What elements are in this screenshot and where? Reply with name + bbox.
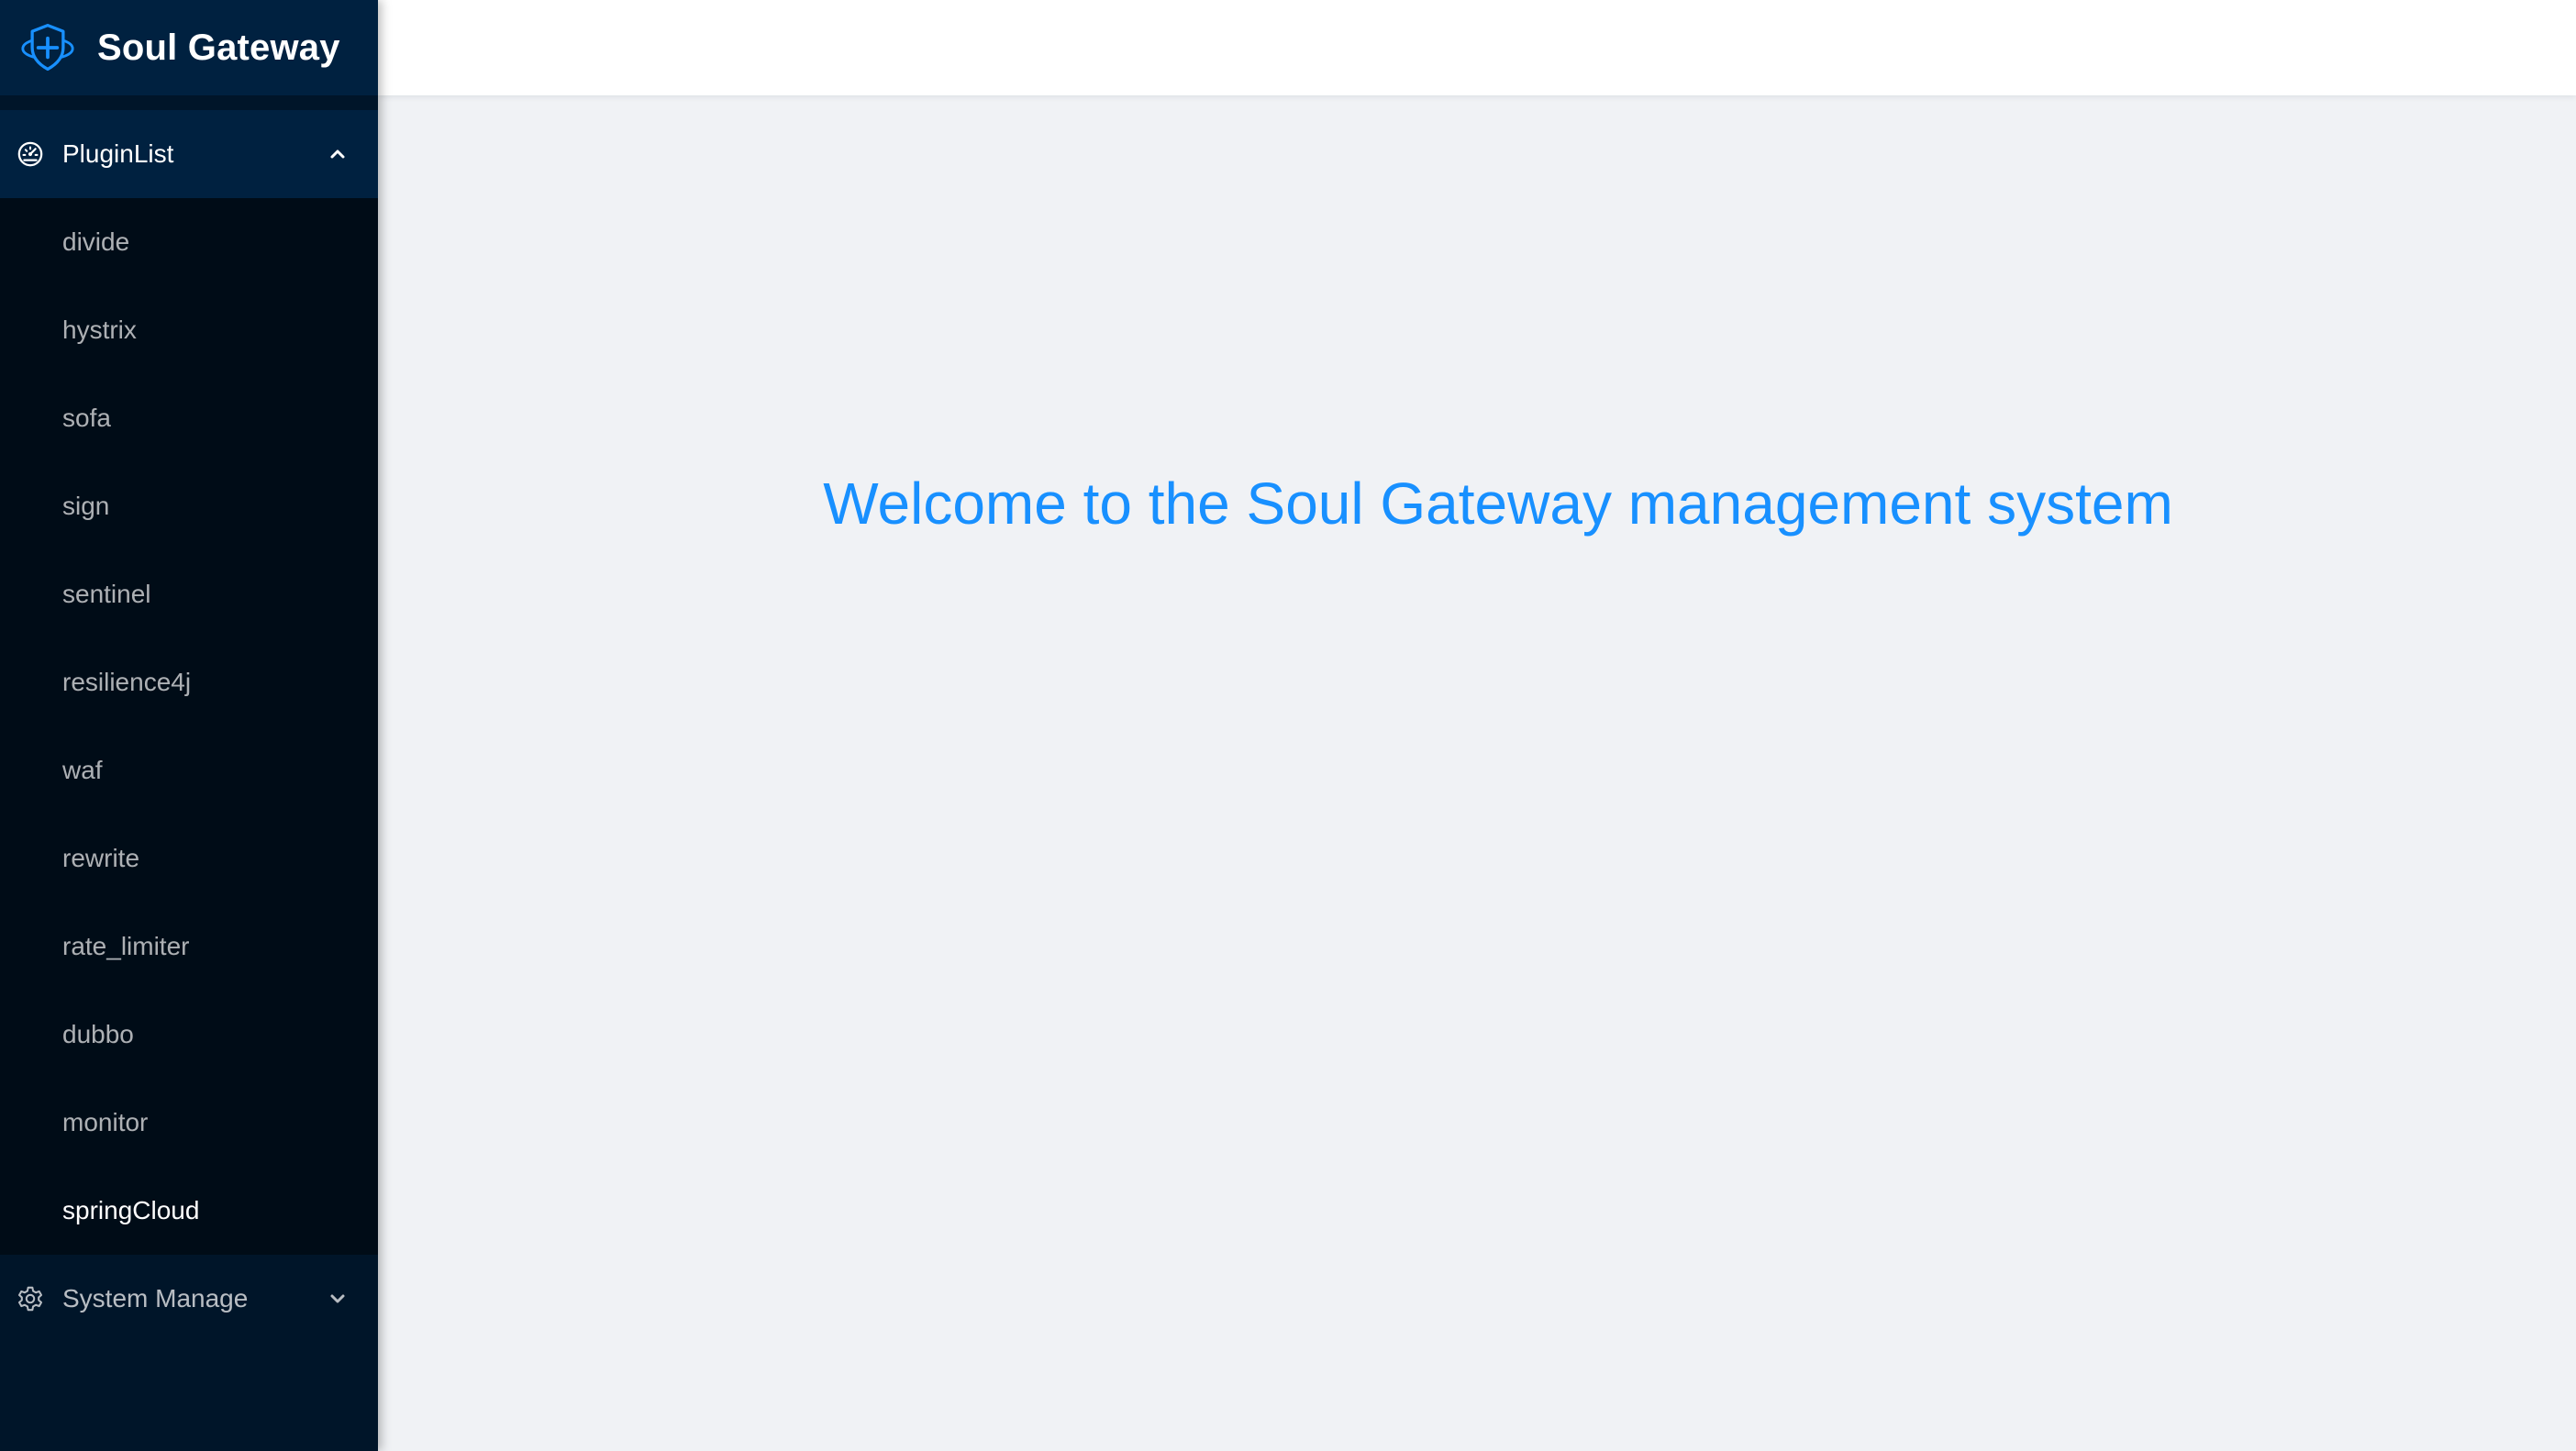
dashboard-icon: [17, 141, 43, 167]
submenu-pluginlist-label: PluginList: [62, 139, 174, 168]
shield-plus-icon: [21, 23, 74, 72]
sidebar-menu: PluginList divide hystrix sofa sign sent…: [0, 110, 378, 1343]
main-content: Welcome to the Soul Gateway management s…: [378, 95, 2576, 1451]
gear-icon: [17, 1286, 43, 1312]
menu-item-sofa[interactable]: sofa: [0, 374, 378, 462]
menu-item-rewrite[interactable]: rewrite: [0, 814, 378, 903]
menu-item-springcloud[interactable]: springCloud: [0, 1167, 378, 1255]
menu-item-divide[interactable]: divide: [0, 198, 378, 286]
menu-item-sentinel[interactable]: sentinel: [0, 550, 378, 638]
chevron-up-icon: [330, 150, 345, 159]
menu-item-sign[interactable]: sign: [0, 462, 378, 550]
menu-item-rate-limiter[interactable]: rate_limiter: [0, 903, 378, 991]
submenu-pluginlist[interactable]: PluginList: [0, 110, 378, 198]
menu-item-dubbo[interactable]: dubbo: [0, 991, 378, 1079]
plugin-list: divide hystrix sofa sign sentinel resili…: [0, 198, 378, 1255]
menu-item-waf[interactable]: waf: [0, 726, 378, 814]
menu-item-hystrix[interactable]: hystrix: [0, 286, 378, 374]
welcome-message: Welcome to the Soul Gateway management s…: [823, 471, 2173, 537]
submenu-system-manage-label: System Manage: [62, 1284, 249, 1313]
app-title: Soul Gateway: [97, 27, 340, 68]
chevron-down-icon: [330, 1294, 345, 1303]
top-header: [378, 0, 2576, 95]
menu-item-monitor[interactable]: monitor: [0, 1079, 378, 1167]
submenu-system-manage[interactable]: System Manage: [0, 1255, 378, 1343]
sidebar: Soul Gateway PluginList divide hystrix s…: [0, 0, 378, 1451]
app-logo[interactable]: Soul Gateway: [0, 0, 378, 95]
menu-item-resilience4j[interactable]: resilience4j: [0, 638, 378, 726]
